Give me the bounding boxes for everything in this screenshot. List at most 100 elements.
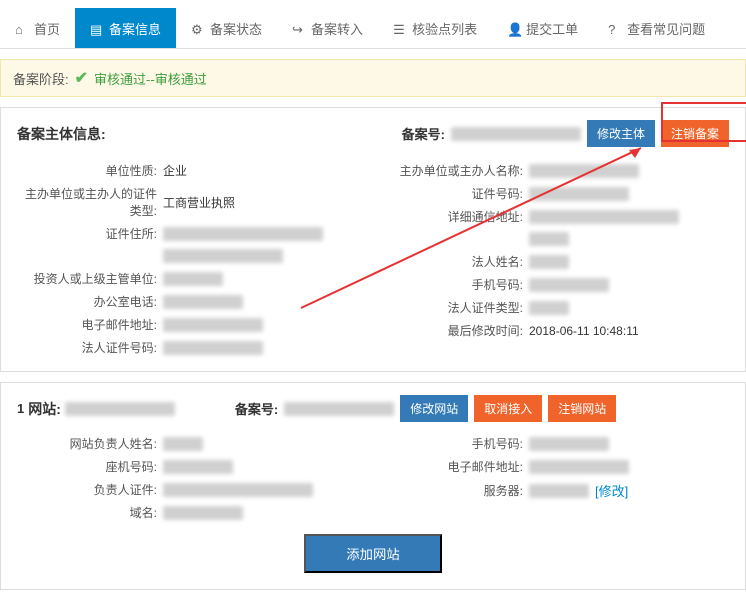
record-number-value bbox=[451, 127, 581, 141]
subject-title: 备案主体信息: bbox=[17, 124, 106, 144]
field-row: 法人证件类型: bbox=[383, 296, 729, 319]
field-value-redacted bbox=[163, 460, 233, 474]
field-row: 详细通信地址: bbox=[383, 205, 729, 228]
record-number-label: 备案号: bbox=[402, 124, 445, 143]
tab-备案状态[interactable]: ⚙备案状态 bbox=[176, 8, 277, 48]
field-row: 服务器: [修改] bbox=[383, 478, 729, 503]
field-label: 手机号码: bbox=[383, 435, 523, 452]
subject-panel: 备案主体信息: 备案号: 修改主体 注销备案 单位性质:企业主办单位或主办人的证… bbox=[0, 107, 746, 372]
add-site-button[interactable]: 添加网站 bbox=[304, 534, 441, 573]
site-record-label: 备案号: bbox=[235, 399, 278, 418]
field-label: 主办单位或主办人名称: bbox=[383, 162, 523, 179]
field-value-redacted bbox=[163, 227, 323, 241]
field-label: 电子邮件地址: bbox=[383, 458, 523, 475]
field-label: 服务器: bbox=[383, 482, 523, 499]
field-row: 电子邮件地址: bbox=[17, 313, 363, 336]
field-row: 主办单位或主办人的证件类型: 工商营业执照 bbox=[17, 182, 363, 222]
field-value-redacted bbox=[163, 249, 283, 263]
tab-查看常见问题[interactable]: ?查看常见问题 bbox=[593, 8, 720, 48]
user-icon: 👤 bbox=[507, 22, 521, 36]
tab-首页[interactable]: ⌂首页 bbox=[0, 8, 75, 48]
nav-tabs: ⌂首页▤备案信息⚙备案状态↪备案转入☰核验点列表👤提交工单?查看常见问题 bbox=[0, 8, 746, 49]
field-label: 证件住所: bbox=[17, 225, 157, 242]
field-row: 域名: bbox=[17, 501, 363, 524]
field-row: 手机号码: bbox=[383, 432, 729, 455]
field-label: 法人姓名: bbox=[383, 253, 523, 270]
field-row: 法人证件号码: bbox=[17, 336, 363, 359]
field-label: 手机号码: bbox=[383, 276, 523, 293]
field-value-redacted bbox=[529, 164, 639, 178]
field-value-redacted bbox=[163, 341, 263, 355]
field-label: 主办单位或主办人的证件类型: bbox=[17, 185, 157, 219]
site-name-value bbox=[65, 402, 175, 416]
field-row: 投资人或上级主管单位: bbox=[17, 267, 363, 290]
field-row: 单位性质: 企业 bbox=[17, 159, 363, 182]
field-label: 证件号码: bbox=[383, 185, 523, 202]
modify-link[interactable]: [修改] bbox=[595, 481, 628, 500]
tab-核验点列表[interactable]: ☰核验点列表 bbox=[378, 8, 492, 48]
field-label: 座机号码: bbox=[17, 458, 157, 475]
field-value-redacted bbox=[163, 272, 223, 286]
field-label: 详细通信地址: bbox=[383, 208, 523, 225]
field-row bbox=[17, 245, 363, 267]
field-label: 负责人证件: bbox=[17, 481, 157, 498]
stage-status: 审核通过--审核通过 bbox=[94, 69, 207, 88]
field-row: 手机号码: bbox=[383, 273, 729, 296]
site-label: 网站: bbox=[28, 399, 61, 419]
field-label: 法人证件类型: bbox=[383, 299, 523, 316]
field-row: 负责人证件: bbox=[17, 478, 363, 501]
file-icon: ▤ bbox=[90, 22, 104, 36]
modify-site-button[interactable]: 修改网站 bbox=[400, 395, 468, 422]
help-icon: ? bbox=[608, 22, 622, 36]
cancel-record-button[interactable]: 注销备案 bbox=[661, 120, 729, 147]
field-value-redacted bbox=[529, 437, 609, 451]
field-label: 网站负责人姓名: bbox=[17, 435, 157, 452]
field-value-redacted bbox=[163, 318, 263, 332]
field-value-redacted bbox=[529, 460, 629, 474]
modify-subject-button[interactable]: 修改主体 bbox=[587, 120, 655, 147]
field-row: 证件住所: bbox=[17, 222, 363, 245]
arrow-icon: ↪ bbox=[292, 22, 306, 36]
field-value-redacted bbox=[529, 484, 589, 498]
field-value-redacted bbox=[163, 506, 243, 520]
tab-提交工单[interactable]: 👤提交工单 bbox=[492, 8, 593, 48]
field-label: 最后修改时间: bbox=[383, 322, 523, 339]
field-label: 电子邮件地址: bbox=[17, 316, 157, 333]
list-icon: ☰ bbox=[393, 22, 407, 36]
site-number: 1 bbox=[17, 401, 24, 416]
field-value-redacted bbox=[163, 437, 203, 451]
stage-bar: 备案阶段: ✔ 审核通过--审核通过 bbox=[0, 59, 746, 97]
cancel-site-button[interactable]: 注销网站 bbox=[548, 395, 616, 422]
gear-icon: ⚙ bbox=[191, 22, 205, 36]
field-value-redacted bbox=[529, 278, 609, 292]
field-row: 主办单位或主办人名称: bbox=[383, 159, 729, 182]
home-icon: ⌂ bbox=[15, 22, 29, 36]
field-row bbox=[383, 228, 729, 250]
tab-备案转入[interactable]: ↪备案转入 bbox=[277, 8, 378, 48]
field-label: 投资人或上级主管单位: bbox=[17, 270, 157, 287]
field-value-redacted bbox=[529, 187, 629, 201]
field-value: 工商营业执照 bbox=[163, 194, 235, 211]
stage-label: 备案阶段: bbox=[13, 69, 69, 88]
field-value: 企业 bbox=[163, 162, 187, 179]
field-label: 法人证件号码: bbox=[17, 339, 157, 356]
field-label: 域名: bbox=[17, 504, 157, 521]
field-row: 办公室电话: bbox=[17, 290, 363, 313]
field-value-redacted bbox=[163, 483, 313, 497]
field-row: 座机号码: bbox=[17, 455, 363, 478]
field-value-redacted bbox=[163, 295, 243, 309]
field-label: 办公室电话: bbox=[17, 293, 157, 310]
field-row: 法人姓名: bbox=[383, 250, 729, 273]
field-row: 电子邮件地址: bbox=[383, 455, 729, 478]
field-value-redacted bbox=[529, 301, 569, 315]
field-value-redacted bbox=[529, 255, 569, 269]
field-label: 单位性质: bbox=[17, 162, 157, 179]
tab-备案信息[interactable]: ▤备案信息 bbox=[75, 8, 176, 48]
field-row: 证件号码: bbox=[383, 182, 729, 205]
cancel-access-button[interactable]: 取消接入 bbox=[474, 395, 542, 422]
field-value: 2018-06-11 10:48:11 bbox=[529, 324, 639, 338]
check-icon: ✔ bbox=[75, 68, 88, 88]
site-record-value bbox=[284, 402, 394, 416]
field-value-redacted bbox=[529, 210, 679, 224]
field-value-redacted bbox=[529, 232, 569, 246]
